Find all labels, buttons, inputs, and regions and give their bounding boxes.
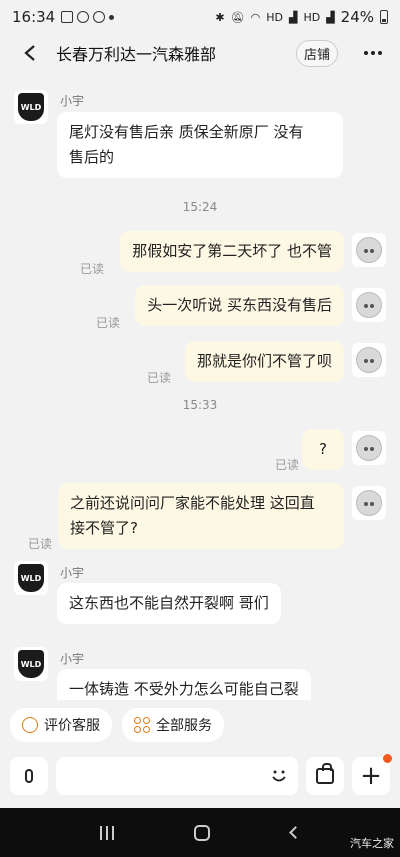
message-text-line: 接不管了? [70,519,138,537]
shopping-bag-icon [316,763,334,784]
chat-header: 长春万利达一汽森雅部 店铺 [0,34,400,72]
user-avatar-icon [356,237,382,263]
services-grid-icon [134,717,150,733]
shopping-bag-button[interactable] [306,757,344,795]
battery-percent: 24% [340,8,374,26]
outgoing-message-bubble[interactable]: 那就是你们不管了呗 [184,341,344,382]
watermark: 汽车之家 [350,837,394,850]
more-dot-icon [378,51,382,55]
wifi-icon: ◠ [250,10,261,24]
read-receipt: 已读 [275,458,300,472]
incoming-message-bubble[interactable]: 一体铸造 不受外力怎么可能自己裂 [57,669,311,700]
mute-icon: 🔕︎ [230,10,245,24]
status-notification-icons [61,11,115,23]
signal-icon-b: ▟ [326,10,335,24]
bluetooth-icon: ✱ [215,10,225,24]
status-bar: 16:34 ✱ 🔕︎ ◠ HD ▟ HD ▟ 24% [0,0,400,34]
emoji-icon[interactable] [270,767,288,785]
read-receipt: 已读 [28,537,53,551]
microphone-icon [25,769,33,783]
read-receipt: 已读 [96,316,121,330]
more-dot-icon [371,51,375,55]
wld-logo-icon: WLD [18,650,44,678]
message-text-line: 售后的 [69,148,115,166]
more-button[interactable] [358,43,388,63]
read-receipt: 已读 [147,371,172,385]
signal-icon-a: ▟ [288,10,298,24]
message-text-line: 之前还说问问厂家能不能处理 这回直 [70,494,315,512]
shop-button[interactable]: 店铺 [295,39,338,67]
my-avatar[interactable] [352,288,386,322]
all-services-label: 全部服务 [156,718,212,734]
user-avatar-icon [356,435,382,461]
rate-service-button[interactable]: 评价客服 [10,708,112,742]
plus-button[interactable]: + [352,754,392,795]
wld-logo-icon: WLD [18,93,44,121]
voice-input-button[interactable] [10,757,48,795]
signal-label-a: HD [266,10,283,24]
recent-apps-button[interactable] [100,825,115,840]
outgoing-message-bubble[interactable]: ? [302,429,344,470]
outgoing-message-bubble[interactable]: 那假如安了第二天坏了 也不管 [120,231,344,272]
system-back-button[interactable] [288,826,302,839]
incoming-message-bubble[interactable]: 尾灯没有售后亲 质保全新原厂 没有 售后的 [57,112,343,178]
input-bar: + [0,752,400,800]
recent-bar-icon [112,825,115,840]
back-button[interactable] [10,34,50,72]
user-avatar-icon [356,292,382,318]
shop-avatar[interactable]: WLD [14,561,48,595]
home-button[interactable] [194,824,211,841]
my-avatar[interactable] [352,431,386,465]
message-input-wrap [56,757,298,795]
shop-avatar[interactable]: WLD [14,647,48,681]
timestamp: 15:24 [182,200,218,214]
user-avatar-icon [356,347,382,373]
outgoing-message-bubble[interactable]: 之前还说问问厂家能不能处理 这回直 接不管了? [58,483,344,549]
signal-label-b: HD [303,10,321,24]
outgoing-message-bubble[interactable]: 头一次听说 买东西没有售后 [135,285,344,326]
rate-service-label: 评价客服 [44,718,100,734]
incoming-message-bubble[interactable]: 这东西也不能自然开裂啊 哥们 [57,583,281,624]
message-text-line: 尾灯没有售后亲 质保全新原厂 没有 [69,123,304,141]
recent-bar-icon [106,825,109,840]
compass-icon [93,11,106,23]
recent-bar-icon [100,825,103,840]
all-services-button[interactable]: 全部服务 [122,708,224,742]
timestamp: 15:33 [182,398,218,412]
sender-name: 小宇 [60,94,85,108]
system-nav-bar: 汽车之家 [0,808,400,857]
battery-icon [380,10,388,24]
my-avatar[interactable] [352,343,386,377]
read-receipt: 已读 [80,262,105,276]
wld-logo-icon: WLD [18,564,44,592]
my-avatar[interactable] [352,233,386,267]
plus-icon: + [360,761,382,791]
chevron-left-icon [24,45,35,61]
status-right: ✱ 🔕︎ ◠ HD ▟ HD ▟ 24% [215,8,388,26]
more-dot-icon [364,51,368,55]
more-notifications-icon [109,14,115,20]
chat-message-list[interactable]: WLD 小宇 尾灯没有售后亲 质保全新原厂 没有 售后的 15:24 已读 那假… [0,72,400,700]
sender-name: 小宇 [60,566,85,580]
shop-avatar[interactable]: WLD [14,90,48,124]
notification-dot [383,754,392,763]
message-input[interactable] [56,757,298,795]
status-time: 16:34 [12,8,56,26]
my-avatar[interactable] [352,486,386,520]
sender-name: 小宇 [60,652,85,666]
gallery-icon [61,11,74,23]
quick-actions: 评价客服 全部服务 [0,708,400,746]
page-title: 长春万利达一汽森雅部 [56,45,217,64]
smile-icon [22,717,38,733]
user-avatar-icon [356,490,382,516]
wechat-icon [77,11,90,23]
